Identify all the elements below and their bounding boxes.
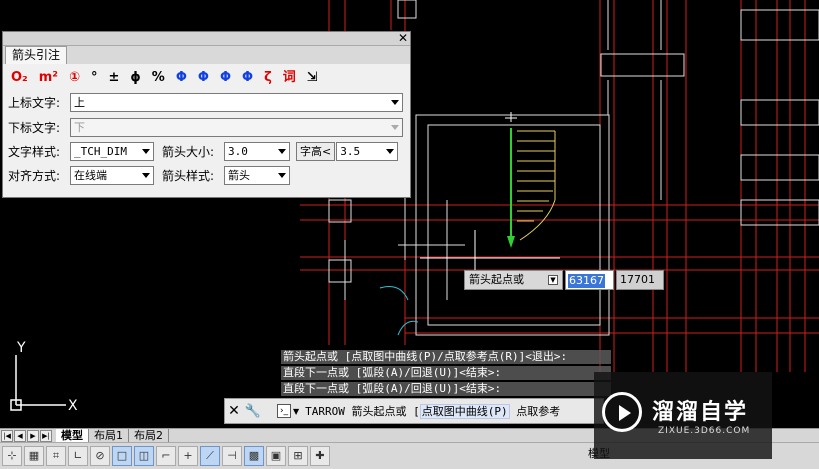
- osnap-icon[interactable]: □: [112, 446, 132, 466]
- command-option-pick-curve[interactable]: 点取图中曲线(P): [419, 404, 510, 419]
- text-style-value: _TCH_DIM: [74, 144, 127, 158]
- prompt-label: 箭头起点或 ▼: [464, 270, 563, 290]
- prompt-options-icon[interactable]: ▼: [548, 275, 558, 285]
- chevron-down-icon[interactable]: [278, 172, 286, 178]
- tab-model[interactable]: 模型: [56, 428, 89, 443]
- ortho-icon[interactable]: ∟: [68, 446, 88, 466]
- arrow-style-value: 箭头: [228, 168, 250, 182]
- watermark-title: 溜溜自学: [652, 400, 749, 425]
- close-icon[interactable]: ✕: [397, 32, 409, 44]
- y-coordinate-input[interactable]: 17701: [616, 270, 664, 290]
- x-coordinate-value: 63167: [568, 274, 605, 288]
- steel-bar-symbol-1-button[interactable]: Φ: [176, 69, 187, 87]
- play-logo-icon: [602, 392, 642, 432]
- text-style-row: 文字样式: _TCH_DIM 箭头大小: 3.0 字高< 3.5: [8, 141, 399, 161]
- workspace-icon[interactable]: ✚: [310, 446, 330, 466]
- text-style-select[interactable]: _TCH_DIM: [70, 141, 154, 161]
- command-prompt-icon[interactable]: ›_: [277, 404, 291, 418]
- arrow-size-select[interactable]: 3.0: [224, 141, 290, 161]
- char-height-button[interactable]: 字高<: [296, 141, 336, 161]
- transparency-icon[interactable]: ⊣: [222, 446, 242, 466]
- history-line: 直段下一点或 [弧段(A)/回退(U)]<结束>:: [281, 366, 611, 380]
- char-height-select[interactable]: 3.5: [336, 141, 399, 161]
- ucs-x-label: X: [68, 398, 78, 414]
- prev-layout-icon[interactable]: ◀: [14, 429, 26, 442]
- annotation-monitor-icon[interactable]: ⊞: [288, 446, 308, 466]
- arrow-style-select[interactable]: 箭头: [224, 165, 290, 185]
- chevron-down-icon[interactable]: ▼: [293, 407, 299, 416]
- char-height-value: 3.5: [340, 144, 361, 158]
- dialog-titlebar[interactable]: ✕: [3, 32, 410, 46]
- chevron-down-icon[interactable]: [278, 148, 286, 154]
- next-layout-icon[interactable]: ▶: [27, 429, 39, 442]
- lower-text-combo: 下: [70, 117, 403, 137]
- command-line: ✕ 🔧 ›_ ▼ TARROW 箭头起点或 [点取图中曲线(P) 点取参考: [224, 398, 604, 424]
- upper-text-row: 上标文字: 上: [8, 92, 403, 112]
- steel-bar-symbol-2-button[interactable]: Φ: [198, 69, 209, 87]
- upper-text-value: 上: [74, 95, 85, 109]
- otrack-icon[interactable]: ◫: [134, 446, 154, 466]
- command-suffix: 点取参考: [509, 405, 561, 418]
- chevron-down-icon[interactable]: [391, 99, 399, 105]
- first-layout-icon[interactable]: |◀: [1, 429, 13, 442]
- chevron-down-icon: [391, 124, 399, 130]
- align-label: 对齐方式:: [8, 168, 61, 183]
- phrase-library-button[interactable]: 词: [283, 69, 296, 87]
- subscript-symbol-button[interactable]: O₂: [11, 69, 28, 87]
- percent-symbol-button[interactable]: %: [152, 69, 165, 87]
- dyn-icon[interactable]: +: [178, 446, 198, 466]
- quick-properties-icon[interactable]: ▩: [244, 446, 264, 466]
- grid-icon[interactable]: ▦: [24, 446, 44, 466]
- arrow-size-label: 箭头大小:: [162, 144, 215, 159]
- dialog-tabbar: 箭头引注: [3, 46, 410, 64]
- prompt-label-text: 箭头起点或: [469, 273, 524, 286]
- wrench-icon[interactable]: 🔧: [243, 404, 263, 419]
- align-row: 对齐方式: 在线端 箭头样式: 箭头: [8, 165, 290, 185]
- tab-layout2[interactable]: 布局2: [129, 428, 169, 443]
- chevron-down-icon[interactable]: [142, 148, 150, 154]
- pick-text-icon[interactable]: ⇲: [307, 69, 318, 87]
- history-line: 箭头起点或 [点取图中曲线(P)/点取参考点(R)]<退出>:: [281, 350, 611, 364]
- steel-bar-symbol-4-button[interactable]: Φ: [242, 69, 253, 87]
- ucs-y-label: Y: [16, 340, 26, 356]
- watermark-url: ZIXUE.3D66.COM: [658, 426, 751, 436]
- align-value: 在线端: [74, 168, 107, 182]
- degree-symbol-button[interactable]: °: [91, 69, 98, 87]
- arrow-style-label: 箭头样式:: [162, 168, 215, 183]
- dynamic-input-prompt: 箭头起点或 ▼ 63167 17701: [464, 270, 664, 290]
- tab-layout1[interactable]: 布局1: [89, 428, 129, 443]
- special-char-button[interactable]: ζ: [264, 69, 272, 87]
- upper-text-label: 上标文字:: [8, 95, 61, 110]
- arrow-size-value: 3.0: [228, 144, 248, 158]
- lower-text-row: 下标文字: 下: [8, 117, 403, 137]
- command-input[interactable]: TARROW 箭头起点或 [点取图中曲线(P) 点取参考: [305, 403, 560, 419]
- circled-number-button[interactable]: ①: [69, 69, 80, 87]
- superscript-symbol-button[interactable]: m²: [39, 69, 58, 87]
- lineweight-icon[interactable]: ⟋: [200, 446, 220, 466]
- snap-icon[interactable]: ⊹: [2, 446, 22, 466]
- history-line: 直段下一点或 [弧段(A)/回退(U)]<结束>:: [281, 382, 611, 396]
- plus-minus-symbol-button[interactable]: ±: [109, 69, 120, 87]
- steel-bar-symbol-3-button[interactable]: Φ: [220, 69, 231, 87]
- command-prefix: TARROW 箭头起点或 [: [305, 405, 420, 418]
- lower-text-label: 下标文字:: [8, 120, 61, 135]
- infer-icon[interactable]: ⌗: [46, 446, 66, 466]
- lower-text-value: 下: [74, 120, 85, 134]
- watermark-logo: 溜溜自学 ZIXUE.3D66.COM: [594, 372, 772, 459]
- ducs-icon[interactable]: ⌐: [156, 446, 176, 466]
- upper-text-combo[interactable]: 上: [70, 92, 403, 112]
- last-layout-icon[interactable]: ▶|: [40, 429, 52, 442]
- diameter-symbol-button[interactable]: ϕ: [130, 69, 140, 87]
- special-symbol-toolbar: O₂ m² ① ° ± ϕ % Φ Φ Φ Φ ζ 词 ⇲: [11, 68, 329, 88]
- chevron-down-icon[interactable]: [142, 172, 150, 178]
- text-style-label: 文字样式:: [8, 144, 61, 159]
- arrow-annotation-dialog: ✕ 箭头引注 O₂ m² ① ° ± ϕ % Φ Φ Φ Φ ζ 词 ⇲ 上标文…: [2, 31, 411, 198]
- x-coordinate-input[interactable]: 63167: [565, 270, 614, 290]
- polar-icon[interactable]: ⊘: [90, 446, 110, 466]
- selection-cycling-icon[interactable]: ▣: [266, 446, 286, 466]
- chevron-down-icon[interactable]: [386, 148, 395, 154]
- align-select[interactable]: 在线端: [70, 165, 154, 185]
- tab-arrow-annotation[interactable]: 箭头引注: [5, 46, 68, 64]
- close-icon[interactable]: ✕: [225, 403, 243, 419]
